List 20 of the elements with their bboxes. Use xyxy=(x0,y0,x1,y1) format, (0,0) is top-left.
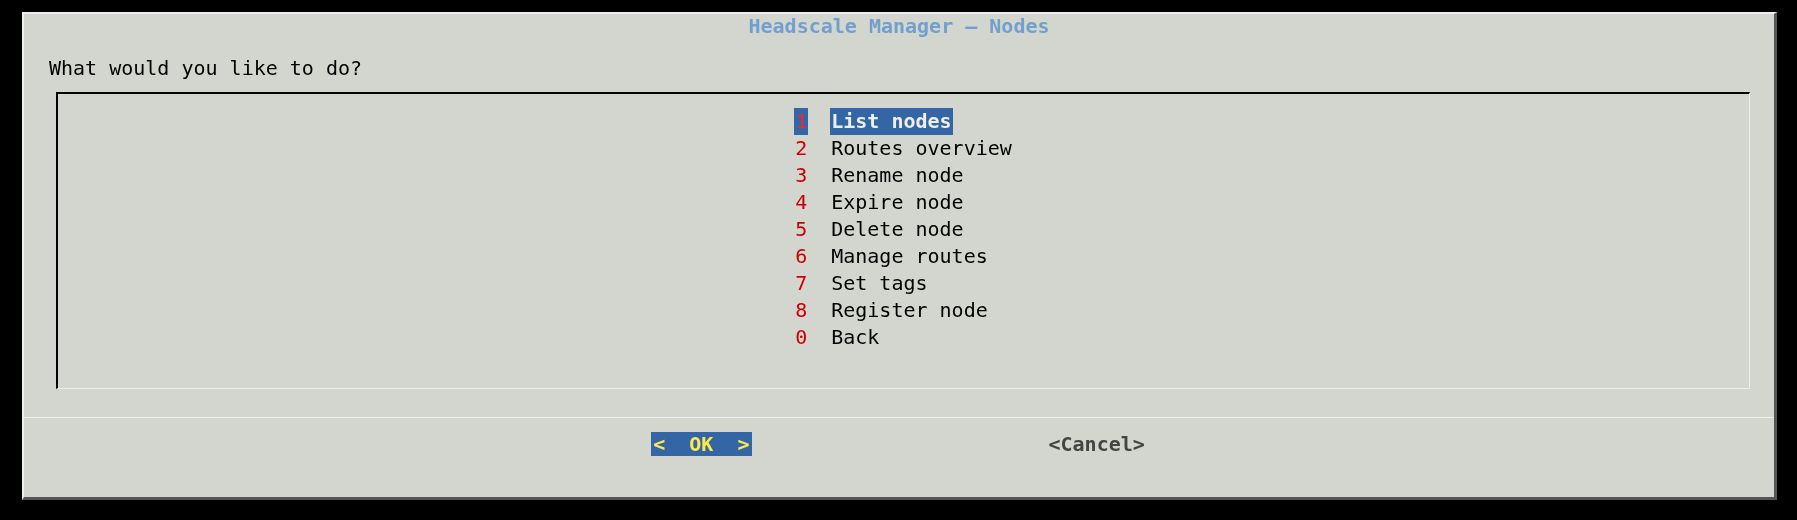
menu-item[interactable]: Delete node xyxy=(830,216,965,243)
menu-item[interactable]: Register node xyxy=(830,297,989,324)
menu-key[interactable]: 6 xyxy=(794,243,809,270)
menu-key[interactable]: 4 xyxy=(794,189,809,216)
menu-key[interactable]: 7 xyxy=(794,270,809,297)
menu-key[interactable]: 3 xyxy=(794,162,809,189)
menu-key[interactable]: 5 xyxy=(794,216,809,243)
menu-item[interactable]: Manage routes xyxy=(830,243,989,270)
menu-item[interactable]: Set tags xyxy=(830,270,929,297)
cancel-button[interactable]: <Cancel> xyxy=(1046,432,1147,456)
prompt-text: What would you like to do? xyxy=(49,56,364,80)
menu-item[interactable]: List nodes xyxy=(830,108,953,135)
menu-item[interactable]: Back xyxy=(830,324,881,351)
menu-item[interactable]: Rename node xyxy=(830,162,965,189)
ok-button[interactable]: < OK > xyxy=(651,432,752,456)
menu-key[interactable]: 0 xyxy=(794,324,809,351)
menu-key[interactable]: 8 xyxy=(794,297,809,324)
menu-key[interactable]: 2 xyxy=(794,135,809,162)
menu-item[interactable]: Expire node xyxy=(830,189,965,216)
menu-item[interactable]: Routes overview xyxy=(830,135,1013,162)
